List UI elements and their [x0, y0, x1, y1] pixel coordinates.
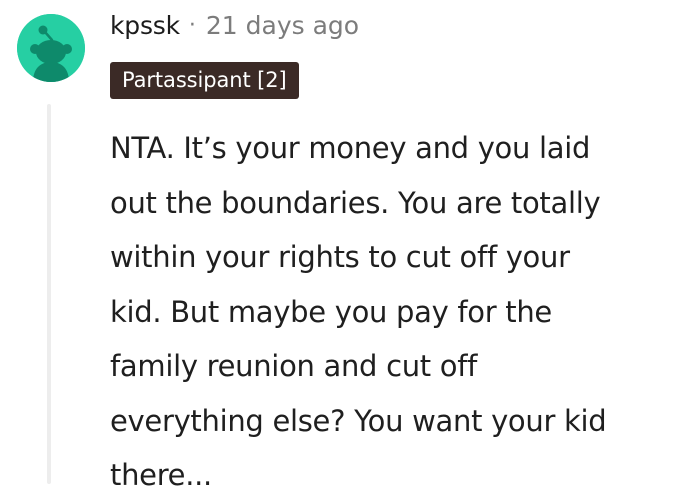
comment-body-line: kid. But maybe you pay for the	[110, 294, 552, 329]
comment-meta: kpssk · 21 days ago	[110, 8, 359, 44]
meta-separator: ·	[188, 13, 196, 38]
thread-line[interactable]	[47, 104, 51, 484]
snoo-avatar-icon	[17, 14, 85, 82]
username-link[interactable]: kpssk	[110, 8, 180, 44]
comment-body-line: family reunion and cut off	[110, 349, 478, 383]
comment-body-line: NTA. It’s your money and you laid	[110, 131, 591, 165]
comment-body-line: there...	[110, 458, 212, 492]
comment-body-line: everything else? You want your kid	[110, 403, 607, 438]
timestamp[interactable]: 21 days ago	[206, 8, 359, 44]
comment-body-line: within your rights to cut off your	[110, 240, 570, 274]
user-avatar[interactable]	[17, 14, 85, 82]
comment: kpssk · 21 days ago Partassipant [2] NTA…	[0, 0, 700, 492]
comment-body-line: out the boundaries. You are totally	[110, 185, 601, 220]
user-flair: Partassipant [2]	[110, 62, 299, 99]
comment-body: NTA. It’s your money and you laid out th…	[110, 121, 695, 503]
